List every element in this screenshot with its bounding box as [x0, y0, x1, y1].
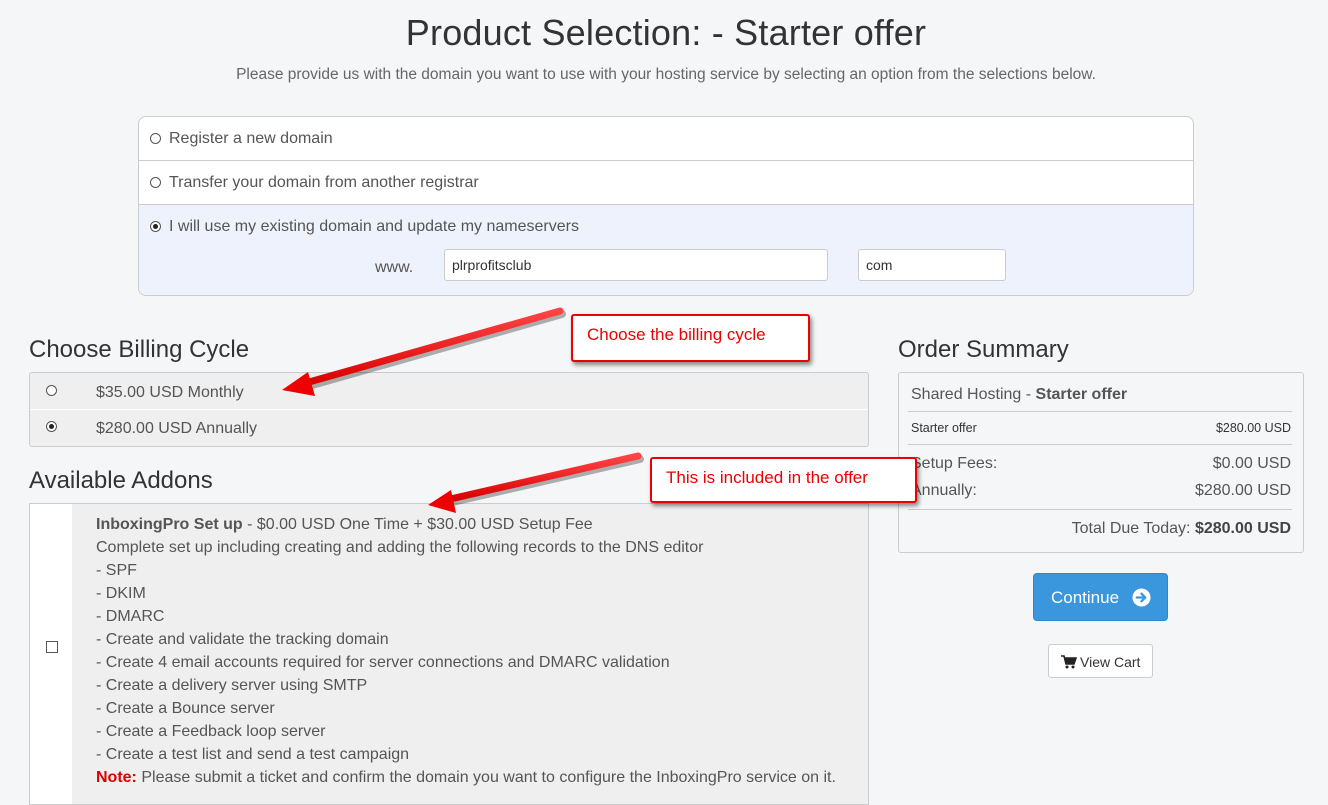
annotation-arrows	[282, 307, 644, 513]
arrow-to-addon-icon	[428, 452, 644, 513]
arrow-to-billing-icon	[282, 307, 566, 396]
